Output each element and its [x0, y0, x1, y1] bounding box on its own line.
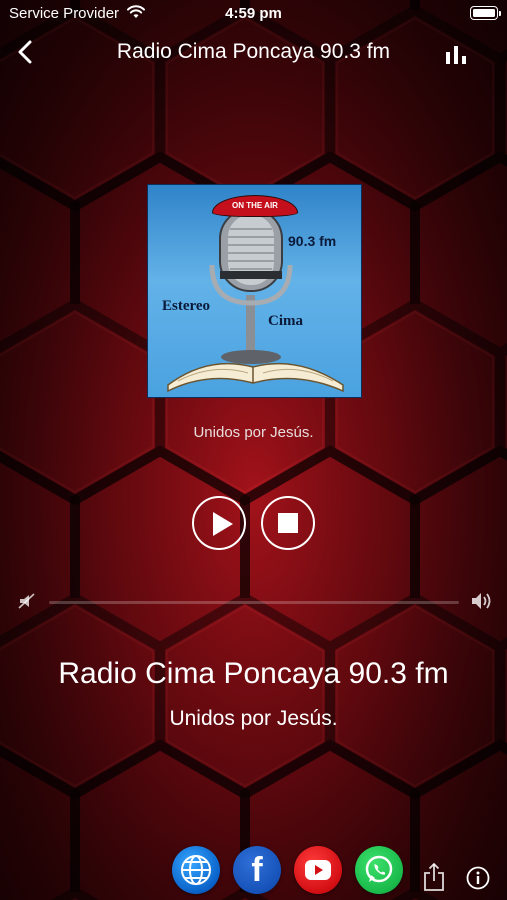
hexagon-background [0, 0, 507, 900]
battery-icon [470, 6, 501, 20]
artwork-frequency: 90.3 fm [288, 233, 337, 249]
station-name: Radio Cima Poncaya 90.3 fm [58, 657, 449, 690]
facebook-icon: f [251, 851, 263, 889]
page-title: Radio Cima Poncaya 90.3 fm [116, 40, 391, 63]
volume-mute-icon [18, 593, 35, 609]
whatsapp-icon [365, 855, 393, 883]
share-icon[interactable] [422, 862, 446, 892]
facebook-button[interactable]: f [233, 846, 281, 894]
globe-icon [181, 855, 211, 885]
artwork-brand-left: Estereo [162, 298, 211, 314]
clock: 4:59 pm [225, 5, 282, 22]
youtube-button[interactable] [294, 846, 342, 894]
artwork-brand-right: Cima [268, 313, 303, 329]
artwork-caption: Unidos por Jesús. [193, 424, 314, 441]
play-icon [213, 512, 233, 536]
volume-max-icon [472, 593, 491, 609]
youtube-icon [305, 860, 331, 880]
navigation-bar: Radio Cima Poncaya 90.3 fm [0, 28, 507, 78]
whatsapp-button[interactable] [355, 846, 403, 894]
stop-icon [278, 513, 298, 533]
info-icon[interactable] [466, 866, 490, 890]
status-bar: Service Provider 4:59 pm [0, 0, 507, 28]
bar-chart-icon[interactable] [443, 42, 471, 66]
station-slogan: Unidos por Jesús. [169, 707, 338, 730]
stop-button[interactable] [261, 496, 315, 550]
play-button[interactable] [192, 496, 246, 550]
station-artwork: ON THE AIR 90.3 fm Estereo Cima [147, 184, 362, 398]
website-button[interactable] [172, 846, 220, 894]
volume-slider[interactable] [49, 601, 459, 604]
